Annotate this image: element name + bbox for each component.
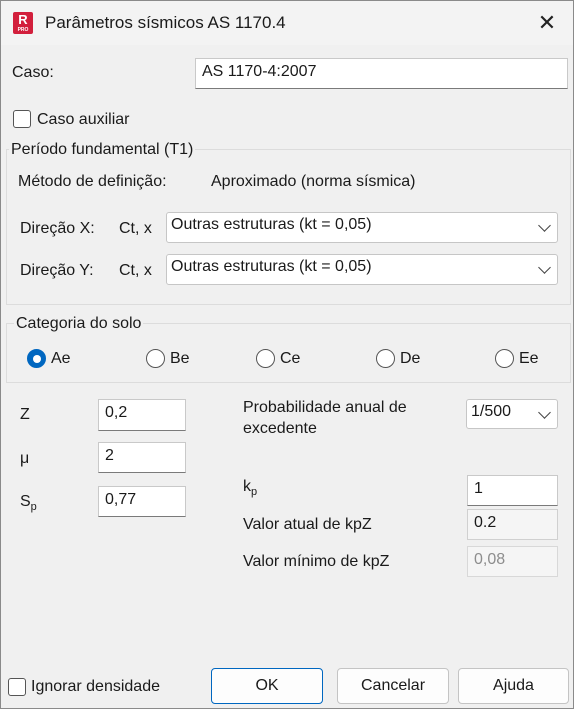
window-title: Parâmetros sísmicos AS 1170.4 — [45, 13, 286, 32]
caso-label: Caso: — [12, 64, 54, 81]
direcao-y-select-value: Outras estruturas (kt = 0,05) — [171, 258, 372, 275]
z-input[interactable]: 0,2 — [98, 399, 186, 431]
solo-option-ae-label: Ae — [51, 350, 71, 367]
ok-button[interactable]: OK — [211, 668, 323, 704]
chevron-down-icon — [538, 261, 551, 274]
app-logo-icon: R PRO — [13, 12, 33, 34]
solo-radio-de[interactable] — [376, 349, 395, 368]
sp-label: Sp — [20, 493, 37, 513]
kp-label: kp — [243, 478, 257, 498]
close-button[interactable]: ✕ — [529, 7, 565, 39]
app-logo-sub: PRO — [17, 27, 29, 33]
solo-option-de-label: De — [400, 350, 421, 367]
mu-input[interactable]: 2 — [98, 442, 186, 473]
direcao-x-select-value: Outras estruturas (kt = 0,05) — [171, 216, 372, 233]
dialog-window: R PRO Parâmetros sísmicos AS 1170.4 ✕ Ca… — [0, 0, 574, 709]
close-icon: ✕ — [537, 10, 557, 35]
mu-label: μ — [20, 450, 30, 467]
sp-input[interactable]: 0,77 — [98, 486, 186, 517]
caso-input[interactable]: AS 1170-4:2007 — [195, 58, 568, 89]
sp-label-main: S — [20, 493, 31, 510]
direcao-x-select[interactable]: Outras estruturas (kt = 0,05) — [166, 212, 558, 243]
metodo-label: Método de definição: — [18, 173, 167, 190]
solo-group-title: Categoria do solo — [14, 315, 144, 333]
z-label: Z — [20, 406, 30, 423]
solo-radio-ae[interactable] — [27, 349, 46, 368]
app-logo-letter: R — [18, 12, 28, 27]
direcao-x-ct-label: Ct, x — [119, 220, 152, 237]
probabilidade-label-line1: Probabilidade anual de — [243, 399, 407, 416]
probabilidade-label-line2: excedente — [243, 420, 317, 437]
help-button[interactable]: Ajuda — [458, 668, 569, 704]
probabilidade-select-value: 1/500 — [471, 403, 512, 420]
solo-radio-be[interactable] — [146, 349, 165, 368]
solo-option-ce-label: Ce — [280, 350, 301, 367]
title-bar: R PRO Parâmetros sísmicos AS 1170.4 ✕ — [1, 1, 573, 45]
probabilidade-select[interactable]: 1/500 — [466, 399, 558, 429]
chevron-down-icon — [538, 406, 551, 419]
chevron-down-icon — [538, 219, 551, 232]
direcao-y-ct-label: Ct, x — [119, 262, 152, 279]
cancel-button[interactable]: Cancelar — [337, 668, 449, 704]
direcao-x-label: Direção X: — [20, 220, 95, 237]
direcao-y-select[interactable]: Outras estruturas (kt = 0,05) — [166, 254, 558, 285]
kpz-min-value: 0,08 — [467, 546, 558, 577]
caso-auxiliar-checkbox[interactable] — [13, 110, 31, 128]
solo-radio-ce[interactable] — [256, 349, 275, 368]
kp-label-sub: p — [251, 486, 258, 498]
ignorar-densidade-checkbox[interactable] — [8, 678, 26, 696]
kp-input[interactable]: 1 — [467, 475, 558, 506]
metodo-value: Aproximado (norma sísmica) — [211, 173, 416, 190]
kp-label-main: k — [243, 478, 251, 495]
sp-label-sub: p — [30, 501, 37, 513]
caso-auxiliar-label: Caso auxiliar — [37, 111, 130, 128]
ignorar-densidade-label: Ignorar densidade — [31, 678, 160, 695]
kpz-atual-label: Valor atual de kpZ — [243, 516, 372, 533]
kpz-min-label: Valor mínimo de kpZ — [243, 553, 390, 570]
solo-option-be-label: Be — [170, 350, 190, 367]
solo-option-ee-label: Ee — [519, 350, 539, 367]
periodo-group-title: Período fundamental (T1) — [9, 141, 196, 159]
kpz-atual-value: 0.2 — [467, 509, 558, 540]
direcao-y-label: Direção Y: — [20, 262, 94, 279]
solo-radio-ee[interactable] — [495, 349, 514, 368]
